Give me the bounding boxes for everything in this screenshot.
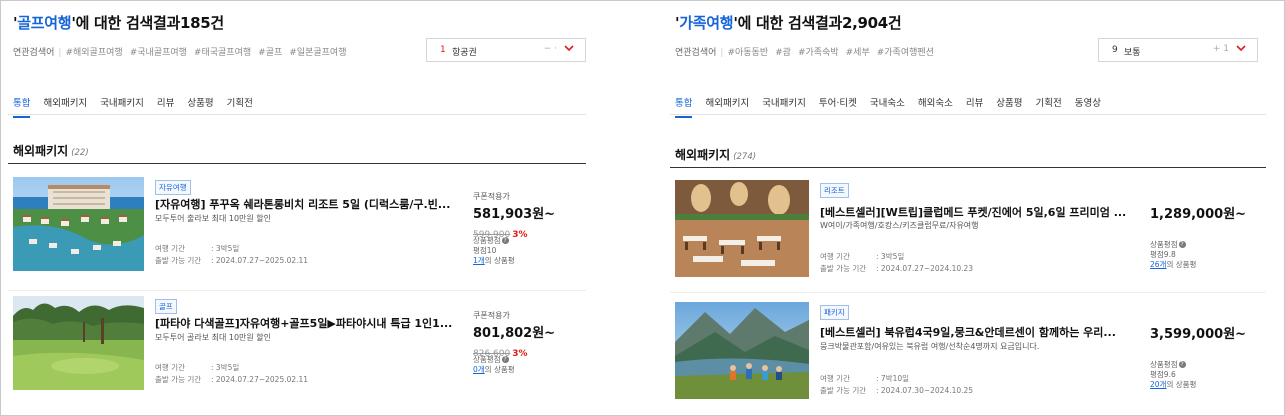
rating-label: 상품평점: [473, 236, 501, 245]
tab-bar: 통합 해외패키지 국내패키지 리뷰 상품평 기획전: [13, 91, 266, 118]
product-price: 581,903원~: [473, 207, 556, 222]
product-thumbnail-fjord[interactable]: [675, 302, 809, 399]
related-tag[interactable]: #가족숙박: [798, 48, 839, 58]
section-divider: [670, 167, 1266, 168]
related-tag[interactable]: #세부: [846, 48, 870, 58]
product-thumbnail-golf[interactable]: [13, 296, 144, 390]
search-result-title: '골프여행'에 대한 검색결과185건: [13, 14, 224, 32]
price-block: 1,289,000원~: [1150, 202, 1246, 222]
related-keywords: 연관검색어 | #아동동반 #괌 #가족숙박 #세부 #가족여행펜션: [675, 48, 934, 58]
sort-dropdown[interactable]: 9 보통 + 1: [1098, 38, 1258, 62]
divider: [670, 114, 1266, 115]
product-title[interactable]: [파타야 다색골프]자유여행+골프5일▶파타야시내 특급 1인1...: [155, 315, 460, 331]
related-label: 연관검색어: [13, 48, 55, 58]
divider: [8, 114, 586, 115]
help-icon[interactable]: ?: [1178, 361, 1186, 368]
section-title: 해외패키지 (22): [13, 144, 89, 158]
section-title: 해외패키지 (274): [675, 148, 757, 162]
product-price: 3,599,000원~: [1150, 327, 1247, 342]
departure-period: 출발 가능 기간: 2024.07.27~2025.02.11: [155, 256, 309, 265]
rating-block: 상품평점? 평점10 1개의 상품평: [473, 236, 515, 265]
rating-score: 평점9.6: [1150, 370, 1176, 379]
sort-dropdown[interactable]: 1 항공권 − ·: [426, 38, 586, 62]
related-tag[interactable]: #골프: [258, 48, 282, 58]
product-title[interactable]: [자유여행] 푸꾸옥 쉐라톤롱비치 리조트 5일 (디럭스룸/구.빈...: [155, 196, 460, 212]
rating-label: 상품평점: [1150, 240, 1178, 249]
list-item[interactable]: 자유여행 [자유여행] 푸꾸옥 쉐라톤롱비치 리조트 5일 (디럭스룸/구.빈.…: [13, 177, 586, 277]
related-tag[interactable]: #국내골프여행: [130, 48, 187, 58]
price-label: 쿠폰적용가: [473, 192, 510, 201]
search-result-title: '가족여행'에 대한 검색결과2,904건: [675, 14, 902, 32]
category-badge: 골프: [155, 299, 177, 314]
related-tag[interactable]: #가족여행펜션: [877, 48, 934, 58]
search-panel-golf: '골프여행'에 대한 검색결과185건 연관검색어 | #해외골프여행 #국내골프여행…: [8, 0, 588, 416]
trip-duration: 여행 기간: 3박5일: [155, 244, 240, 253]
related-tag[interactable]: #일본골프여행: [289, 48, 346, 58]
help-icon[interactable]: ?: [501, 356, 509, 363]
review-count-link[interactable]: 26개: [1150, 260, 1166, 269]
price-label: 쿠폰적용가: [473, 311, 510, 320]
list-item[interactable]: 패키지 [베스트셀러] 북유럽4국9일,뭉크&안데르센이 함께하는 우리... …: [675, 302, 1265, 402]
product-subtitle: 모두투어 출라보 최대 10만원 할인: [155, 214, 272, 223]
product-thumbnail-restaurant[interactable]: [675, 180, 809, 277]
list-item[interactable]: 리조트 [베스트셀러][W트립]클럽메드 푸켓/진에어 5일,6일 프리미엄 .…: [675, 180, 1265, 280]
product-thumbnail-resort[interactable]: [13, 177, 144, 271]
trip-duration: 여행 기간: 7박10일: [820, 374, 910, 383]
departure-period: 출발 가능 기간: 2024.07.30~2024.10.25: [820, 386, 974, 395]
related-tag[interactable]: #태국골프여행: [194, 48, 251, 58]
help-icon[interactable]: ?: [1178, 241, 1186, 248]
related-tag[interactable]: #아동동반: [727, 48, 768, 58]
rating-block: 상품평점? 평점9.6 20개의 상품평: [1150, 360, 1197, 389]
review-count-link[interactable]: 0개: [473, 365, 485, 374]
category-badge: 자유여행: [155, 180, 191, 195]
divider: [670, 292, 1266, 293]
rating-score: 평점10: [473, 246, 497, 255]
product-title[interactable]: [베스트셀러] 북유럽4국9일,뭉크&안데르센이 함께하는 우리...: [820, 324, 1138, 340]
list-item[interactable]: 골프 [파타야 다색골프]자유여행+골프5일▶파타야시내 특급 1인1... 모…: [13, 296, 586, 396]
product-price: 801,802원~: [473, 326, 556, 341]
related-label: 연관검색어: [675, 48, 717, 58]
price-block: 쿠폰적용가 581,903원~ 599,900 3%: [473, 191, 555, 241]
tab-bar: 통합 해외패키지 국내패키지 투어·티켓 국내숙소 해외숙소 리뷰 상품평 기획전 동영상: [675, 91, 1114, 118]
rating-score: 평점9.8: [1150, 250, 1176, 259]
review-count-link[interactable]: 20개: [1150, 380, 1166, 389]
chevron-down-icon: [1236, 45, 1246, 52]
related-keywords: 연관검색어 | #해외골프여행 #국내골프여행 #태국골프여행 #골프 #일본골프여행: [13, 48, 347, 58]
search-keyword: 가족여행: [679, 14, 734, 32]
price-block: 3,599,000원~: [1150, 322, 1246, 342]
trip-duration: 여행 기간: 3박5일: [820, 252, 905, 261]
departure-period: 출발 가능 기간: 2024.07.27~2025.02.11: [155, 375, 309, 384]
divider: [8, 290, 586, 291]
rating-block: 상품평점? 0개의 상품평: [473, 355, 515, 374]
rating-label: 상품평점: [473, 355, 501, 364]
rating-label: 상품평점: [1150, 360, 1178, 369]
product-price: 1,289,000원~: [1150, 207, 1247, 222]
product-title[interactable]: [베스트셀러][W트립]클럽메드 푸켓/진에어 5일,6일 프리미엄 ...: [820, 204, 1138, 220]
departure-period: 출발 가능 기간: 2024.07.27~2024.10.23: [820, 264, 974, 273]
related-tag[interactable]: #괌: [775, 48, 791, 58]
product-subtitle: 뭉크박물관포함/여유있는 북유럽 여행/선착순4명까지 요금입니다.: [820, 342, 1040, 351]
category-badge: 리조트: [820, 183, 849, 198]
category-badge: 패키지: [820, 305, 849, 320]
related-tag[interactable]: #해외골프여행: [65, 48, 122, 58]
rating-block: 상품평점? 평점9.8 26개의 상품평: [1150, 240, 1197, 269]
product-subtitle: W여이/가족여행/호캉스/키즈클럽무료/자유여행: [820, 221, 979, 230]
search-panel-family: '가족여행'에 대한 검색결과2,904건 연관검색어 | #아동동반 #괌 #가족숙박…: [670, 0, 1268, 416]
trip-duration: 여행 기간: 3박5일: [155, 363, 240, 372]
search-keyword: 골프여행: [17, 14, 72, 32]
review-count-link[interactable]: 1개: [473, 256, 485, 265]
price-block: 쿠폰적용가 801,802원~ 826,600 3%: [473, 310, 555, 360]
section-divider: [8, 163, 586, 164]
help-icon[interactable]: ?: [501, 237, 509, 244]
product-subtitle: 모두투어 골라보 최대 10만원 할인: [155, 333, 272, 342]
chevron-down-icon: [564, 45, 574, 52]
